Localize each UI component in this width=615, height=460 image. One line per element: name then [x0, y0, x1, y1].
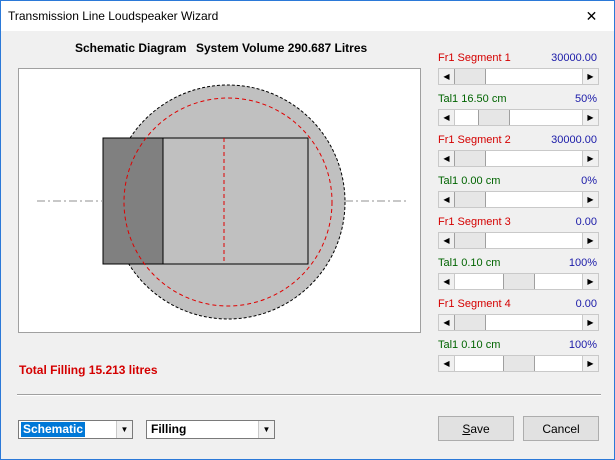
segment-label: Fr1 Segment 2: [438, 134, 511, 146]
mode-select[interactable]: Filling ▼: [146, 420, 275, 439]
save-button[interactable]: Save: [438, 416, 514, 441]
scroll-right-icon[interactable]: ▶: [582, 69, 598, 84]
divider: [17, 394, 601, 396]
segment-value: 0.00: [575, 216, 597, 228]
slider-thumb[interactable]: [478, 110, 510, 125]
close-icon[interactable]: ✕: [569, 1, 614, 31]
slider-thumb[interactable]: [454, 69, 486, 84]
segment-value: 30000.00: [551, 134, 597, 146]
scroll-left-icon[interactable]: ◀: [439, 69, 455, 84]
chevron-down-icon[interactable]: ▼: [116, 421, 132, 438]
segment-label: Tal1 0.10 cm: [438, 257, 501, 269]
slider-thumb[interactable]: [454, 233, 486, 248]
schematic-heading: Schematic Diagram: [75, 41, 187, 55]
segment-slider[interactable]: ◀ ▶: [438, 68, 599, 85]
save-button-label: Save: [462, 421, 490, 436]
segment-value: 100%: [568, 339, 597, 351]
segment-label: Tal1 0.00 cm: [438, 175, 501, 187]
segment-label: Tal1 16.50 cm: [438, 93, 507, 105]
segment-value: 100%: [568, 257, 597, 269]
segment-slider[interactable]: ◀ ▶: [438, 150, 599, 167]
slider-thumb[interactable]: [503, 274, 535, 289]
slider-thumb[interactable]: [454, 151, 486, 166]
segment-slider[interactable]: ◀ ▶: [438, 109, 599, 126]
segment-value: 0.00: [575, 298, 597, 310]
chevron-down-icon[interactable]: ▼: [258, 421, 274, 438]
scroll-right-icon[interactable]: ▶: [582, 233, 598, 248]
segment-label: Tal1 0.10 cm: [438, 339, 501, 351]
scroll-left-icon[interactable]: ◀: [439, 274, 455, 289]
segment-value: 50%: [574, 93, 597, 105]
scroll-right-icon[interactable]: ▶: [582, 110, 598, 125]
scroll-left-icon[interactable]: ◀: [439, 151, 455, 166]
segment-value: 30000.00: [551, 52, 597, 64]
scroll-left-icon[interactable]: ◀: [439, 356, 455, 371]
scroll-right-icon[interactable]: ▶: [582, 356, 598, 371]
scroll-right-icon[interactable]: ▶: [582, 151, 598, 166]
segment-slider[interactable]: ◀ ▶: [438, 314, 599, 331]
segment-slider[interactable]: ◀ ▶: [438, 191, 599, 208]
segment-label: Fr1 Segment 1: [438, 52, 511, 64]
segment-label: Fr1 Segment 4: [438, 298, 511, 310]
schematic-diagram: [18, 68, 421, 333]
segment-value: 0%: [581, 175, 597, 187]
scroll-left-icon[interactable]: ◀: [439, 192, 455, 207]
scroll-right-icon[interactable]: ▶: [582, 274, 598, 289]
scroll-right-icon[interactable]: ▶: [582, 315, 598, 330]
scroll-right-icon[interactable]: ▶: [582, 192, 598, 207]
segment-slider[interactable]: ◀ ▶: [438, 273, 599, 290]
segment-slider[interactable]: ◀ ▶: [438, 355, 599, 372]
segment-slider[interactable]: ◀ ▶: [438, 232, 599, 249]
cancel-button[interactable]: Cancel: [523, 416, 599, 441]
mode-select-value: Filling: [151, 422, 187, 436]
slider-thumb[interactable]: [454, 192, 486, 207]
view-select-value: Schematic: [21, 422, 86, 437]
system-volume-label: System Volume 290.687 Litres: [196, 41, 368, 55]
wizard-window: Transmission Line Loudspeaker Wizard ✕ S…: [0, 0, 615, 460]
window-title: Transmission Line Loudspeaker Wizard: [8, 9, 219, 23]
scroll-left-icon[interactable]: ◀: [439, 233, 455, 248]
title-bar[interactable]: Transmission Line Loudspeaker Wizard ✕: [1, 1, 614, 31]
slider-thumb[interactable]: [503, 356, 535, 371]
scroll-left-icon[interactable]: ◀: [439, 110, 455, 125]
segment-label: Fr1 Segment 3: [438, 216, 511, 228]
scroll-left-icon[interactable]: ◀: [439, 315, 455, 330]
view-select[interactable]: Schematic ▼: [18, 420, 133, 439]
slider-thumb[interactable]: [454, 315, 486, 330]
total-filling-label: Total Filling 15.213 litres: [19, 363, 158, 377]
